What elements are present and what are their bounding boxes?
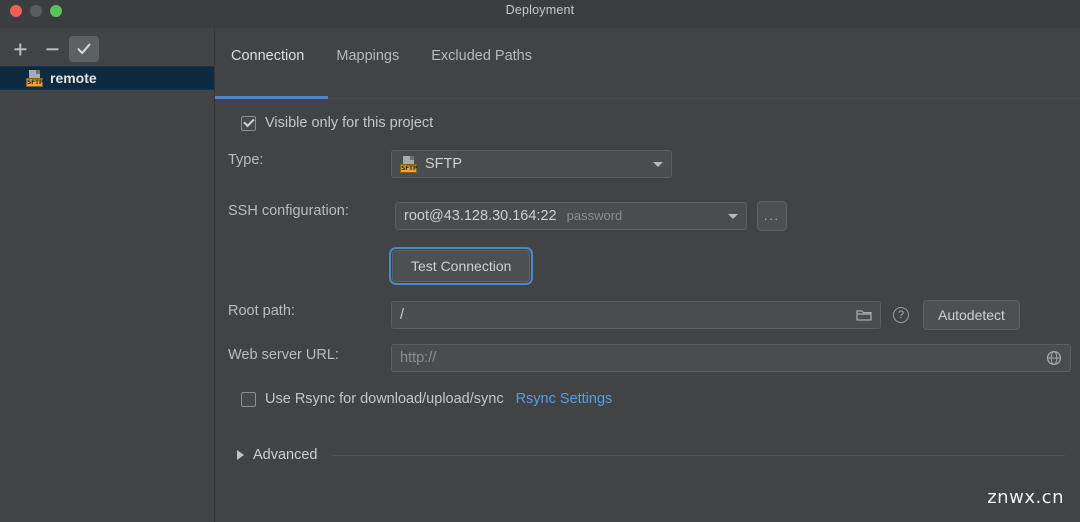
visible-only-checkbox[interactable] [241,115,256,131]
chevron-down-icon [653,161,663,167]
ssh-config-label: SSH configuration: [228,203,349,219]
test-connection-button[interactable]: Test Connection [388,247,534,285]
test-connection-row: Test Connection [388,247,534,285]
web-server-url-input[interactable]: http:// [391,344,1071,372]
server-list: SFTP remote [0,66,214,90]
autodetect-button[interactable]: Autodetect [923,300,1020,330]
advanced-divider [331,454,1065,456]
type-combo[interactable]: SFTP SFTP [391,150,672,178]
ssh-config-auth-hint: password [566,208,623,223]
visible-only-label: Visible only for this project [265,115,434,131]
type-combo-wrapper: SFTP SFTP [391,150,672,178]
web-server-url-label: Web server URL: [228,347,339,363]
rsync-checkbox[interactable] [241,391,256,407]
sftp-icon: SFTP [26,69,44,87]
ssh-config-combo[interactable]: root@43.128.30.164:22 password [395,202,747,230]
remove-button[interactable] [37,36,67,62]
root-path-value: / [400,307,405,323]
list-item-label: remote [50,70,97,86]
root-path-label: Root path: [228,303,295,319]
watermark: znwx.cn [987,487,1064,508]
sftp-icon: SFTP [400,155,418,173]
root-path-controls: / ? Autodetect [391,300,1020,330]
list-item[interactable]: SFTP remote [0,66,214,90]
folder-icon[interactable] [856,308,872,322]
visible-only-row: Visible only for this project [241,115,433,131]
web-server-url-controls: http:// [391,344,1071,372]
rsync-row: Use Rsync for download/upload/sync Rsync… [241,391,612,407]
tab-divider [215,98,1080,99]
main-panel: Connection Mappings Excluded Paths Visib… [215,28,1080,522]
root-path-input[interactable]: / [391,301,881,329]
chevron-down-icon [728,213,738,219]
deployment-dialog: Deployment SFTP remote Connection Mappin… [0,0,1080,522]
root-path-row: Root path: [228,303,295,319]
tab-bar: Connection Mappings Excluded Paths [215,38,548,74]
title-bar: Deployment [0,0,1080,29]
sftp-icon-tag: SFTP [26,77,44,87]
web-server-url-value: http:// [400,350,437,366]
rsync-label: Use Rsync for download/upload/sync [265,391,504,407]
set-default-button[interactable] [69,36,99,62]
window-title: Deployment [505,3,575,17]
server-list-sidebar: SFTP remote [0,28,215,522]
active-tab-indicator [215,96,328,99]
ssh-config-value: root@43.128.30.164:22 [404,208,557,224]
type-value: SFTP [425,156,463,172]
rsync-settings-link[interactable]: Rsync Settings [516,391,613,407]
ssh-config-row: SSH configuration: [228,203,349,219]
tab-excluded-paths[interactable]: Excluded Paths [415,38,548,74]
type-label: Type: [228,152,264,168]
web-server-url-row: Web server URL: [228,347,339,363]
ssh-config-browse-button[interactable]: ... [757,201,787,231]
tab-connection[interactable]: Connection [215,38,320,74]
type-row: Type: [228,152,263,168]
advanced-section-header[interactable]: Advanced [237,447,1065,463]
globe-icon[interactable] [1046,350,1062,366]
add-button[interactable] [5,36,35,62]
sidebar-toolbar [0,32,214,66]
sftp-icon-tag: SFTP [400,163,418,173]
tab-mappings[interactable]: Mappings [320,38,415,74]
ssh-config-controls: root@43.128.30.164:22 password ... [395,201,787,231]
chevron-right-icon [237,450,244,460]
advanced-label: Advanced [253,447,318,463]
help-icon[interactable]: ? [893,307,909,323]
